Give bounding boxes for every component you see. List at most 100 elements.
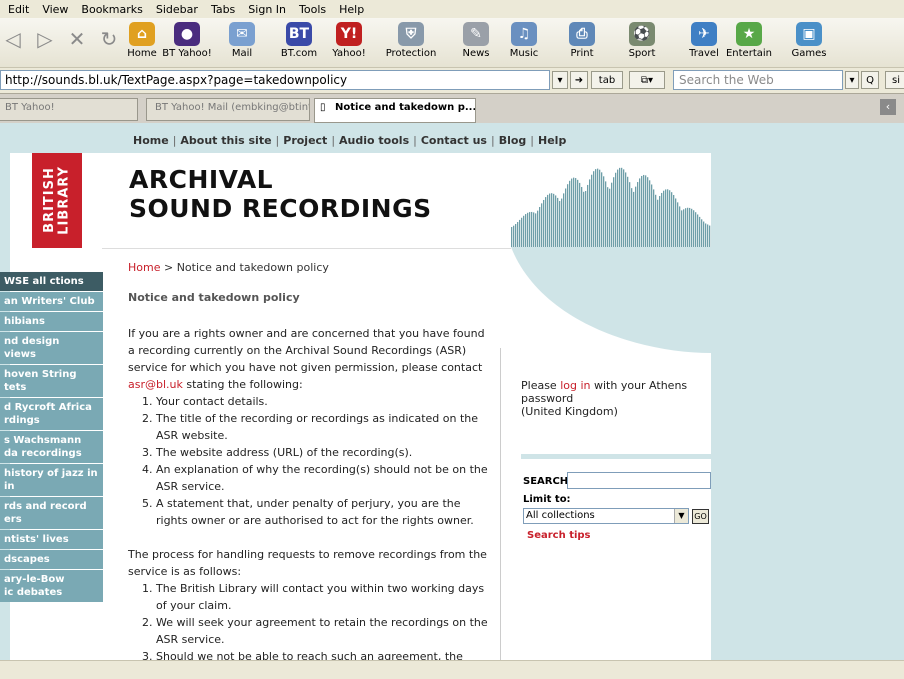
collection-link[interactable]: hoven String tets [0, 365, 103, 397]
toolbar-music-button[interactable]: ♫ Music [494, 22, 554, 59]
extra-button[interactable]: si [885, 71, 904, 89]
menu-help[interactable]: Help [339, 3, 364, 16]
tab-bt-yahoo-mail[interactable]: BT Yahoo! Mail (embking@btint... [146, 98, 310, 121]
breadcrumb-home-link[interactable]: Home [128, 261, 160, 274]
page-icon: ▯ [320, 102, 326, 113]
requirements-list: Your contact details.The title of the re… [128, 393, 494, 529]
toolbar-mail-button[interactable]: ✉ Mail [212, 22, 272, 59]
nav-separator: | [275, 134, 280, 147]
column-divider [500, 348, 501, 660]
collection-link[interactable]: ntists' lives [0, 530, 103, 549]
chevron-down-icon: ▼ [674, 509, 688, 523]
toolbar-sport-button[interactable]: ⚽ Sport [612, 22, 672, 59]
toolbar-label: Games [791, 48, 827, 59]
waveform-graphic [511, 153, 711, 353]
toolbar-entertain-button[interactable]: ★ Entertain [719, 22, 779, 59]
page-menu-icon[interactable]: ⧉▾ [629, 71, 665, 89]
tab-bt-yahoo[interactable]: BT Yahoo! [0, 98, 138, 121]
address-bar: http://sounds.bl.uk/TextPage.aspx?page=t… [0, 68, 904, 92]
toolbar-yahoo-button[interactable]: Y! Yahoo! [319, 22, 379, 59]
toolbar-label: Protection [385, 48, 437, 59]
url-dropdown-icon[interactable]: ▾ [552, 71, 568, 89]
tab-bar: BT Yahoo! BT Yahoo! Mail (embking@btint.… [0, 93, 904, 123]
collection-link[interactable]: nd design views [0, 332, 103, 364]
process-paragraph: The process for handling requests to rem… [128, 548, 487, 578]
collections-sidebar: WSE all ctions an Writers' Club hibians nd … [0, 272, 103, 603]
tab-scroll-left-icon[interactable]: ‹ [880, 99, 896, 115]
toolbar-bt-yahoo-button[interactable]: ● BT Yahoo! [157, 22, 217, 59]
site-search-input[interactable] [567, 472, 711, 489]
nav-separator: | [530, 134, 535, 147]
back-icon[interactable]: ◁ [0, 26, 26, 52]
nav-link-home[interactable]: Home [133, 134, 169, 147]
email-link[interactable]: asr@bl.uk [128, 378, 183, 391]
nav-separator: | [331, 134, 336, 147]
collection-link[interactable]: history of jazz in in [0, 464, 103, 496]
login-link[interactable]: log in [560, 379, 590, 392]
list-item: Your contact details. [156, 393, 494, 410]
collection-link[interactable]: rds and record ers [0, 497, 103, 529]
nav-link-about-this-site[interactable]: About this site [180, 134, 271, 147]
go-arrow-icon[interactable]: ➜ [570, 71, 588, 89]
toolbar-label: Mail [231, 48, 253, 59]
toolbar-label: BT Yahoo! [162, 48, 212, 59]
british-library-logo[interactable]: BRITISH LIBRARY [32, 153, 82, 248]
nav-separator: | [413, 134, 417, 147]
toolbar-print-button[interactable]: ⎙ Print [552, 22, 612, 59]
site-title: ARCHIVAL SOUND RECORDINGS [129, 165, 432, 223]
forward-icon[interactable]: ▷ [32, 26, 58, 52]
games-icon: ▣ [796, 22, 822, 46]
collection-link[interactable]: d Rycroft Africa rdings [0, 398, 103, 430]
web-search-input[interactable]: Search the Web [673, 70, 843, 90]
home-icon: ⌂ [129, 22, 155, 46]
menu-sign-in[interactable]: Sign In [248, 3, 286, 16]
menu-tools[interactable]: Tools [299, 3, 326, 16]
login-panel: Please log in with your Athens password … [521, 379, 688, 418]
page-content: If you are a rights owner and are concer… [128, 325, 494, 660]
toolbar-games-button[interactable]: ▣ Games [779, 22, 839, 59]
url-input[interactable]: http://sounds.bl.uk/TextPage.aspx?page=t… [0, 70, 550, 90]
nav-link-audio-tools[interactable]: Audio tools [339, 134, 409, 147]
nav-link-contact-us[interactable]: Contact us [421, 134, 487, 147]
search-tips-link[interactable]: Search tips [527, 530, 591, 541]
list-item: The title of the recording or recordings… [156, 410, 494, 444]
collection-link[interactable]: hibians [0, 312, 103, 331]
list-item: We will seek your agreement to retain th… [156, 614, 494, 648]
list-item: An explanation of why the recording(s) s… [156, 461, 494, 495]
breadcrumb: Home > Notice and takedown policy [128, 261, 329, 274]
collection-select[interactable]: All collections ▼ [523, 508, 689, 524]
list-item: Should we not be able to reach such an a… [156, 648, 494, 660]
collection-link[interactable]: s Wachsmann da recordings [0, 431, 103, 463]
nav-link-help[interactable]: Help [538, 134, 566, 147]
panel-divider [521, 454, 711, 459]
menu-edit[interactable]: Edit [8, 3, 29, 16]
toolbar-protection-button[interactable]: ⛨ Protection [381, 22, 441, 59]
list-item: The British Library will contact you wit… [156, 580, 494, 614]
status-bar [0, 660, 904, 679]
nav-link-blog[interactable]: Blog [499, 134, 527, 147]
tab-button[interactable]: tab [591, 71, 623, 89]
yahoo-icon: Y! [336, 22, 362, 46]
bt-yahoo-icon: ● [174, 22, 200, 46]
collection-link[interactable]: an Writers' Club [0, 292, 103, 311]
menu-sidebar[interactable]: Sidebar [156, 3, 198, 16]
collection-link[interactable]: dscapes [0, 550, 103, 569]
tab-notice-takedown[interactable]: ▯ Notice and takedown p... [314, 98, 476, 123]
toolbar-label: Sport [628, 48, 656, 59]
browse-all-collections-link[interactable]: WSE all ctions [0, 272, 103, 291]
search-label: SEARCH [523, 476, 569, 487]
stop-icon[interactable]: ✕ [64, 26, 90, 52]
nav-link-project[interactable]: Project [283, 134, 327, 147]
search-button[interactable]: Q [861, 71, 879, 89]
menu-bookmarks[interactable]: Bookmarks [81, 3, 142, 16]
music-icon: ♫ [511, 22, 537, 46]
process-list: The British Library will contact you wit… [128, 580, 494, 660]
search-dropdown-icon[interactable]: ▾ [845, 71, 859, 89]
menu-view[interactable]: View [42, 3, 68, 16]
page-heading: Notice and takedown policy [128, 291, 300, 304]
list-item: The website address (URL) of the recordi… [156, 444, 494, 461]
menu-tabs[interactable]: Tabs [211, 3, 235, 16]
nav-buttons: ◁ ▷ ✕ ↻ [0, 26, 122, 52]
collection-link[interactable]: ary-le-Bow ic debates [0, 570, 103, 602]
go-button[interactable]: GO [692, 509, 709, 524]
